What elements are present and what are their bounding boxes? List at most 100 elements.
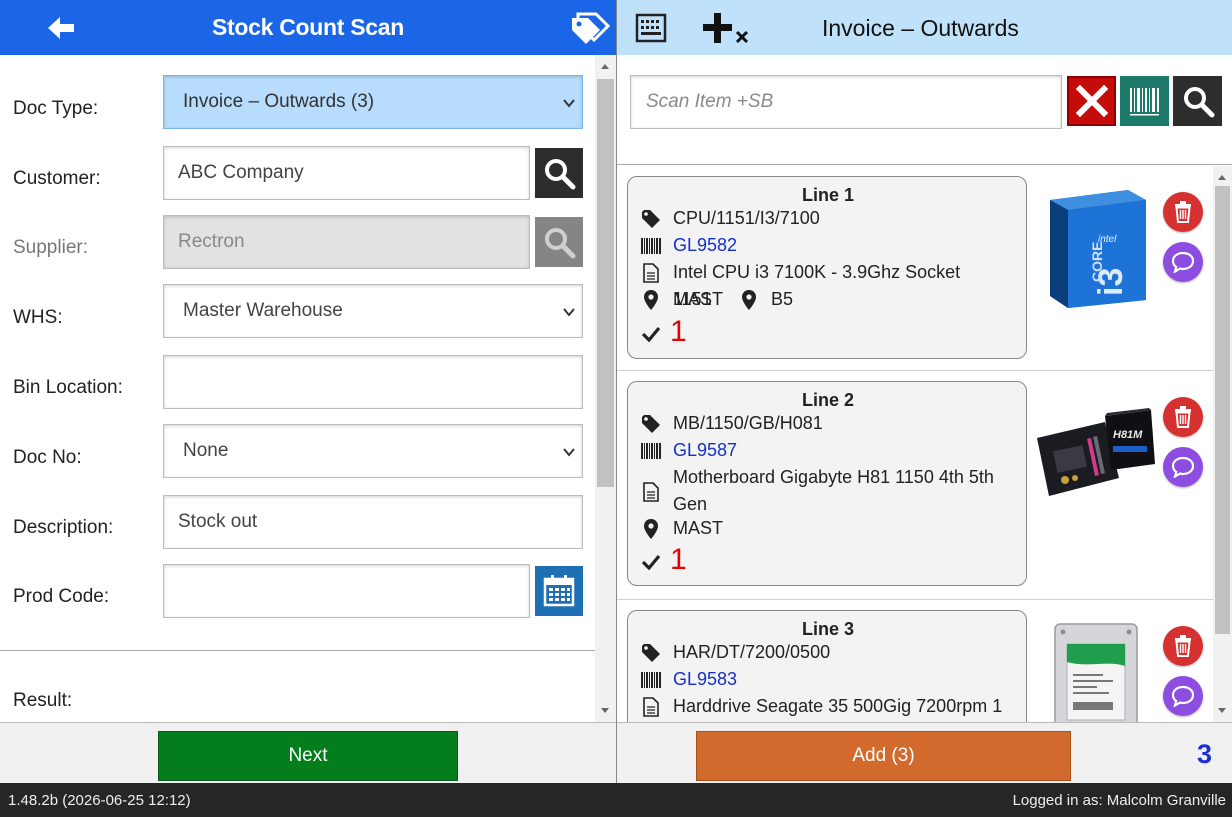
- line-card[interactable]: Line 3 HAR/DT/7200/0500 GL9583 Harddrive…: [627, 610, 1027, 722]
- supplier-field: Rectron: [163, 215, 530, 269]
- customer-field[interactable]: ABC Company: [163, 146, 530, 200]
- svg-text:H81M: H81M: [1113, 429, 1143, 441]
- doc-no-label: Doc No:: [13, 447, 82, 468]
- status-bar: 1.48.2b (2026-06-25 12:12) Logged in as:…: [0, 783, 1232, 817]
- bin-location-field[interactable]: [163, 355, 583, 409]
- item-location: MAST: [673, 518, 724, 538]
- tags-icon[interactable]: [568, 10, 611, 46]
- line-card[interactable]: Line 1 CPU/1151/I3/7100 GL9582 Intel CPU…: [627, 176, 1027, 359]
- line-count: 3: [1197, 739, 1213, 769]
- clear-button[interactable]: [1067, 76, 1116, 126]
- right-scrollbar[interactable]: [1213, 166, 1232, 722]
- cpu-box-image: intel i3 CORE: [1035, 186, 1157, 308]
- line-title: Line 2: [801, 390, 854, 410]
- line-title: Line 1: [801, 185, 854, 205]
- chevron-down-icon: [563, 99, 575, 108]
- barcode-scan-button[interactable]: [1120, 76, 1169, 126]
- motherboard-image: H81M: [1035, 395, 1157, 517]
- app-version: 1.48.2b (2026-06-25 12:12): [8, 792, 191, 809]
- right-header: Invoice – Outwards: [617, 0, 1232, 55]
- document-icon: [640, 259, 662, 286]
- keyboard-icon[interactable]: [635, 13, 667, 43]
- trash-icon: [1175, 201, 1191, 223]
- search-icon: [545, 228, 576, 259]
- whs-select[interactable]: Master Warehouse: [163, 284, 583, 338]
- customer-search-button[interactable]: [535, 148, 583, 198]
- comment-line-button[interactable]: [1163, 447, 1203, 487]
- location-pin-icon: [640, 515, 662, 542]
- left-scrollbar[interactable]: [595, 55, 616, 722]
- item-code-row: HAR/DT/7200/0500: [640, 639, 1003, 666]
- scroll-thumb[interactable]: [1215, 186, 1230, 634]
- close-icon: [1075, 84, 1108, 118]
- scroll-down-icon[interactable]: [1218, 708, 1226, 713]
- logged-in-user: Logged in as: Malcolm Granville: [1012, 792, 1226, 809]
- item-bin: B5: [771, 289, 794, 309]
- trash-icon: [1175, 635, 1191, 657]
- item-qty: 1: [670, 315, 687, 348]
- list-item: Line 3 HAR/DT/7200/0500 GL9583 Harddrive…: [617, 600, 1213, 722]
- line-title: Line 3: [801, 619, 854, 639]
- left-header: Stock Count Scan: [0, 0, 616, 55]
- trash-icon: [1175, 406, 1191, 428]
- comment-line-button[interactable]: [1163, 242, 1203, 282]
- whs-value: Master Warehouse: [183, 300, 343, 321]
- add-multiply-icon[interactable]: [701, 10, 753, 46]
- prod-code-field[interactable]: [163, 564, 530, 618]
- customer-label: Customer:: [13, 168, 101, 189]
- location-row: MAST: [640, 515, 723, 542]
- item-code: MB/1150/GB/H081: [673, 413, 823, 433]
- supplier-search-button: [535, 217, 583, 267]
- next-button[interactable]: Next: [158, 731, 458, 781]
- comment-icon: [1171, 251, 1195, 273]
- calendar-icon: [543, 575, 575, 607]
- scan-item-input[interactable]: [630, 75, 1062, 129]
- calendar-button[interactable]: [535, 566, 583, 616]
- bin-location-label: Bin Location:: [13, 377, 123, 398]
- list-item: Line 2 MB/1150/GB/H081 GL9587 Motherboar…: [617, 371, 1213, 600]
- chevron-down-icon: [563, 448, 575, 457]
- comment-line-button[interactable]: [1163, 676, 1203, 716]
- line-card[interactable]: Line 2 MB/1150/GB/H081 GL9587 Motherboar…: [627, 381, 1027, 586]
- qty-row: [640, 548, 673, 575]
- delete-line-button[interactable]: [1163, 192, 1203, 232]
- item-barcode: GL9587: [673, 440, 738, 460]
- scroll-thumb[interactable]: [597, 79, 614, 487]
- item-search-button[interactable]: [1173, 76, 1222, 126]
- description-label: Description:: [13, 517, 114, 538]
- barcode-row: GL9583: [640, 666, 1003, 693]
- bin-pin-icon: [738, 286, 760, 313]
- svg-text:CORE: CORE: [1089, 242, 1105, 282]
- document-title: Invoice – Outwards: [822, 15, 1019, 41]
- item-location: MAST: [673, 289, 724, 309]
- item-qty: 1: [670, 543, 687, 576]
- doc-type-select[interactable]: Invoice – Outwards (3): [163, 75, 583, 129]
- scan-area: [617, 55, 1232, 165]
- scroll-up-icon[interactable]: [601, 64, 609, 69]
- description-row: Motherboard Gigabyte H81 1150 4th 5th Ge…: [640, 464, 1003, 518]
- item-code-row: CPU/1151/I3/7100: [640, 205, 1003, 232]
- barcode-icon: [640, 666, 662, 693]
- item-barcode: GL9583: [673, 669, 738, 689]
- tag-icon: [640, 410, 662, 437]
- right-footer: Add (3) 3: [617, 722, 1232, 783]
- whs-label: WHS:: [13, 307, 63, 328]
- item-code: CPU/1151/I3/7100: [673, 208, 820, 228]
- delete-line-button[interactable]: [1163, 626, 1203, 666]
- doc-type-value: Invoice – Outwards (3): [183, 91, 375, 112]
- description-field[interactable]: Stock out: [163, 495, 583, 549]
- doc-type-label: Doc Type:: [13, 98, 99, 119]
- supplier-label: Supplier:: [13, 237, 88, 258]
- add-button[interactable]: Add (3): [696, 731, 1071, 781]
- page-title: Stock Count Scan: [211, 14, 404, 40]
- document-icon: [640, 478, 662, 505]
- doc-no-select[interactable]: None: [163, 424, 583, 478]
- scroll-down-icon[interactable]: [601, 708, 609, 713]
- scroll-up-icon[interactable]: [1218, 175, 1226, 180]
- item-code: HAR/DT/7200/0500: [673, 642, 831, 662]
- delete-line-button[interactable]: [1163, 397, 1203, 437]
- divider: [0, 650, 595, 651]
- scan-form: Doc Type: Invoice – Outwards (3) Custome…: [0, 55, 595, 722]
- left-footer: Next: [0, 722, 616, 783]
- comment-icon: [1171, 456, 1195, 478]
